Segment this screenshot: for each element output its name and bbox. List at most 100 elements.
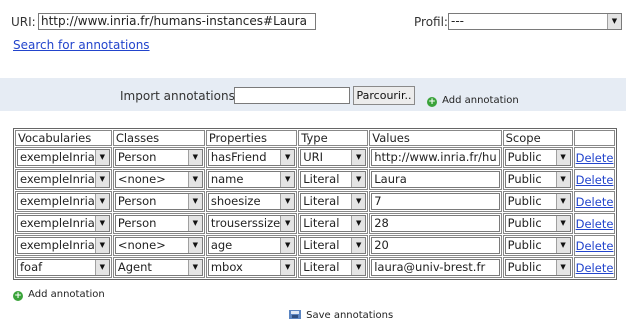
save-icon: [289, 310, 301, 319]
vocabulary-cell: exempleInria ▼: [15, 213, 112, 234]
class-select[interactable]: Person ▼: [114, 215, 203, 232]
delete-link[interactable]: Delete: [576, 261, 614, 275]
type-select[interactable]: URI ▼: [300, 149, 367, 166]
value-input[interactable]: 28: [371, 215, 500, 232]
header-scope: Scope: [502, 130, 573, 146]
scope-select[interactable]: Public ▼: [504, 259, 571, 276]
chevron-down-icon: ▼: [187, 260, 202, 275]
class-cell: <none> ▼: [112, 169, 205, 190]
value-input[interactable]: http://www.inria.fr/hu: [371, 149, 500, 166]
scope-value: Public: [507, 194, 542, 208]
value-input[interactable]: laura@univ-brest.fr: [371, 259, 500, 276]
chevron-down-icon: ▼: [351, 150, 366, 165]
type-select[interactable]: Literal ▼: [300, 215, 367, 232]
class-value: Person: [117, 194, 157, 208]
delete-link[interactable]: Delete: [576, 217, 614, 231]
chevron-down-icon: ▼: [94, 260, 109, 275]
scope-select[interactable]: Public ▼: [504, 171, 571, 188]
value-input[interactable]: 20: [371, 237, 500, 254]
class-select[interactable]: <none> ▼: [114, 171, 203, 188]
chevron-down-icon: ▼: [351, 238, 366, 253]
class-value: Person: [117, 150, 157, 164]
class-select[interactable]: Person ▼: [114, 193, 203, 210]
table-header-row: Vocabularies Classes Properties Type Val…: [15, 130, 616, 146]
uri-input[interactable]: http://www.inria.fr/humans-instances#Lau…: [38, 13, 316, 30]
chevron-down-icon: ▼: [280, 172, 295, 187]
class-select[interactable]: <none> ▼: [114, 237, 203, 254]
type-value: URI: [303, 150, 324, 164]
table-row: exempleInria ▼ Person ▼ trouserssize ▼ Literal…: [15, 213, 616, 234]
scope-select[interactable]: Public ▼: [504, 193, 571, 210]
scope-cell: Public ▼: [502, 235, 573, 256]
property-cell: shoesize ▼: [205, 191, 298, 212]
property-select[interactable]: name ▼: [207, 171, 296, 188]
type-value: Literal: [303, 194, 340, 208]
chevron-down-icon: ▼: [187, 238, 202, 253]
class-select[interactable]: Agent ▼: [114, 259, 203, 276]
vocabulary-cell: foaf ▼: [15, 257, 112, 278]
chevron-down-icon: ▼: [351, 194, 366, 209]
import-add-annotation[interactable]: + Add annotation: [427, 88, 519, 107]
vocabulary-cell: exempleInria ▼: [15, 235, 112, 256]
value-input[interactable]: 7: [371, 193, 500, 210]
class-value: Person: [117, 216, 157, 230]
chevron-down-icon: ▼: [555, 238, 570, 253]
property-cell: hasFriend ▼: [205, 147, 298, 168]
browse-button[interactable]: Parcourir..: [353, 86, 415, 105]
value-cell: 28: [369, 213, 502, 234]
profil-selected: ---: [451, 14, 464, 28]
value-input[interactable]: Laura: [371, 171, 500, 188]
delete-link[interactable]: Delete: [576, 239, 614, 253]
delete-link[interactable]: Delete: [576, 151, 614, 165]
chevron-down-icon: ▼: [280, 150, 295, 165]
class-value: <none>: [117, 238, 166, 252]
property-select[interactable]: trouserssize ▼: [207, 215, 296, 232]
profil-select[interactable]: --- ▼: [448, 13, 622, 30]
uri-label: URI:: [11, 15, 36, 29]
vocabulary-select[interactable]: exempleInria ▼: [17, 193, 110, 210]
class-select[interactable]: Person ▼: [114, 149, 203, 166]
class-cell: Person ▼: [112, 213, 205, 234]
search-annotations-link[interactable]: Search for annotations: [13, 38, 150, 52]
vocabulary-select[interactable]: exempleInria ▼: [17, 171, 110, 188]
header-actions: [573, 130, 616, 146]
type-cell: Literal ▼: [298, 213, 369, 234]
scope-cell: Public ▼: [502, 191, 573, 212]
add-annotation[interactable]: + Add annotation: [13, 282, 105, 301]
scope-select[interactable]: Public ▼: [504, 215, 571, 232]
type-select[interactable]: Literal ▼: [300, 193, 367, 210]
property-select[interactable]: hasFriend ▼: [207, 149, 296, 166]
vocabulary-select[interactable]: foaf ▼: [17, 259, 110, 276]
delete-link[interactable]: Delete: [576, 195, 614, 209]
class-cell: Agent ▼: [112, 257, 205, 278]
import-add-annotation-label: Add annotation: [442, 95, 519, 106]
property-cell: mbox ▼: [205, 257, 298, 278]
class-value: <none>: [117, 172, 166, 186]
type-select[interactable]: Literal ▼: [300, 171, 367, 188]
vocabulary-select[interactable]: exempleInria ▼: [17, 149, 110, 166]
property-value: hasFriend: [210, 150, 267, 164]
table-row: exempleInria ▼ <none> ▼ age ▼ Literal ▼ 20 Public…: [15, 235, 616, 256]
property-select[interactable]: shoesize ▼: [207, 193, 296, 210]
scope-select[interactable]: Public ▼: [504, 237, 571, 254]
vocabulary-select[interactable]: exempleInria ▼: [17, 215, 110, 232]
vocabulary-select[interactable]: exempleInria ▼: [17, 237, 110, 254]
property-select[interactable]: mbox ▼: [207, 259, 296, 276]
value-cell: laura@univ-brest.fr: [369, 257, 502, 278]
table-row: exempleInria ▼ Person ▼ hasFriend ▼ URI ▼ http:/…: [15, 147, 616, 168]
type-select[interactable]: Literal ▼: [300, 259, 367, 276]
chevron-down-icon: ▼: [351, 172, 366, 187]
chevron-down-icon: ▼: [94, 150, 109, 165]
property-select[interactable]: age ▼: [207, 237, 296, 254]
class-cell: Person ▼: [112, 147, 205, 168]
delete-link[interactable]: Delete: [576, 173, 614, 187]
header-values: Values: [369, 130, 502, 146]
save-annotations-label: Save annotations: [306, 310, 394, 321]
save-annotations[interactable]: Save annotations: [289, 303, 393, 322]
type-select[interactable]: Literal ▼: [300, 237, 367, 254]
scope-select[interactable]: Public ▼: [504, 149, 571, 166]
type-cell: Literal ▼: [298, 235, 369, 256]
type-value: Literal: [303, 172, 340, 186]
scope-value: Public: [507, 238, 542, 252]
import-file-input[interactable]: [234, 87, 350, 104]
